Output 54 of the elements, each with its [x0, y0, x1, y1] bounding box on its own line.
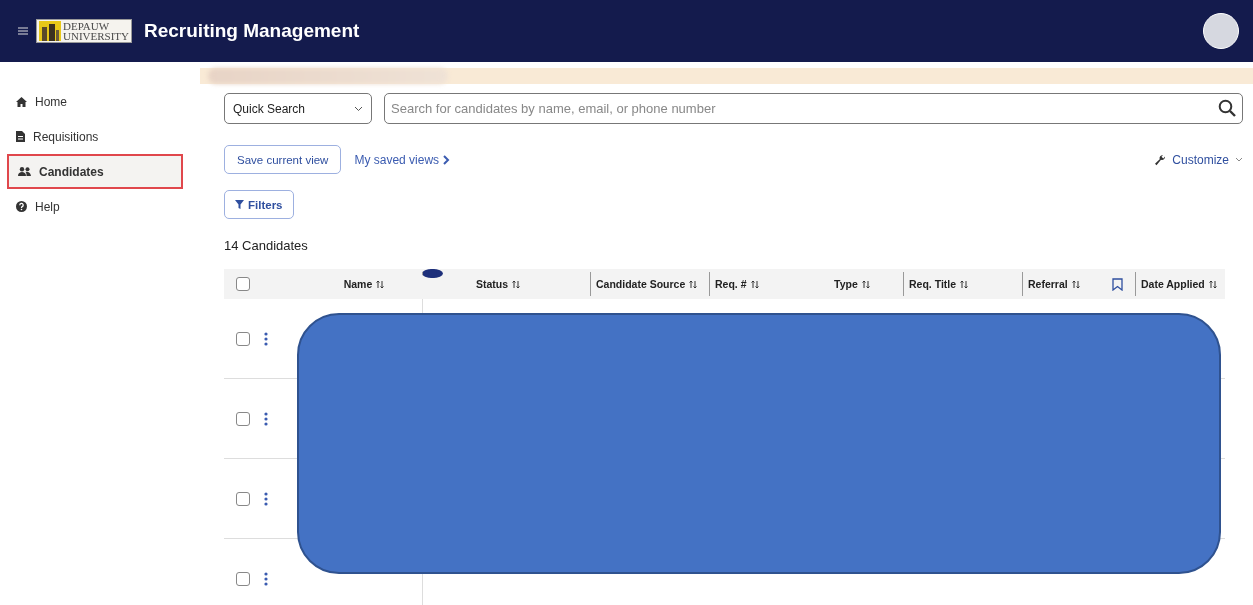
- logo-text: UNIVERSITY: [63, 31, 129, 41]
- sort-icon[interactable]: [750, 279, 759, 289]
- sidebar-item[interactable]: Home: [7, 84, 183, 119]
- sort-icon[interactable]: [1071, 279, 1080, 289]
- university-logo[interactable]: DEPAUW UNIVERSITY: [36, 19, 132, 43]
- home-icon: [16, 96, 27, 107]
- logo-text: DEPAUW: [63, 21, 111, 31]
- customize-button[interactable]: Customize: [1154, 152, 1243, 167]
- app-title: Recruiting Management: [144, 20, 360, 42]
- row-checkbox[interactable]: [236, 331, 250, 346]
- chevron-down-icon: [1235, 157, 1243, 162]
- sort-icon[interactable]: [689, 279, 698, 289]
- chevron-down-icon: [354, 105, 363, 112]
- column-header[interactable]: Referral: [1028, 278, 1080, 290]
- sidebar-item[interactable]: Help: [7, 189, 183, 224]
- saved-views-link[interactable]: My saved views: [354, 152, 451, 167]
- more-options-icon[interactable]: [264, 491, 268, 506]
- bookmark-icon[interactable]: [1112, 277, 1123, 291]
- menu-icon[interactable]: [18, 27, 28, 35]
- search-icon[interactable]: [1218, 99, 1236, 117]
- row-checkbox[interactable]: [236, 491, 250, 506]
- people-icon: [18, 167, 31, 176]
- column-header[interactable]: Candidate Source: [596, 278, 698, 290]
- column-header[interactable]: Date Applied: [1141, 278, 1217, 290]
- more-options-icon[interactable]: [264, 571, 268, 586]
- wrench-icon: [1154, 153, 1167, 166]
- help-icon: [16, 201, 27, 212]
- document-icon: [16, 131, 25, 142]
- search-field[interactable]: Search for candidates by name, email, or phone number: [384, 93, 1243, 124]
- row-checkbox[interactable]: [236, 411, 250, 426]
- sort-icon[interactable]: [960, 279, 969, 289]
- avatar[interactable]: [1203, 13, 1239, 49]
- candidate-count: 14 Candidates: [224, 238, 308, 253]
- sort-icon[interactable]: [512, 279, 521, 289]
- sidebar-item[interactable]: Candidates: [7, 154, 183, 189]
- row-checkbox[interactable]: [236, 571, 250, 586]
- search-mode-dropdown[interactable]: Quick Search: [224, 93, 372, 124]
- chevron-right-icon: [443, 154, 451, 165]
- more-options-icon[interactable]: [264, 331, 268, 346]
- column-header[interactable]: Type: [834, 278, 870, 290]
- sort-icon[interactable]: [1208, 279, 1217, 289]
- select-all-checkbox[interactable]: [236, 277, 250, 291]
- column-header[interactable]: Status: [476, 278, 521, 290]
- more-options-icon[interactable]: [264, 411, 268, 426]
- filter-icon: [235, 200, 244, 209]
- column-header[interactable]: Req. Title: [909, 278, 969, 290]
- column-header[interactable]: Req. #: [715, 278, 759, 290]
- sort-icon[interactable]: [376, 279, 385, 289]
- sidebar-item[interactable]: Requisitions: [7, 119, 183, 154]
- column-header[interactable]: Name: [343, 278, 385, 290]
- save-view-button[interactable]: Save current view: [224, 145, 342, 174]
- filters-button[interactable]: Filters: [224, 190, 294, 219]
- sort-icon[interactable]: [861, 279, 870, 289]
- building-icon: [39, 21, 61, 41]
